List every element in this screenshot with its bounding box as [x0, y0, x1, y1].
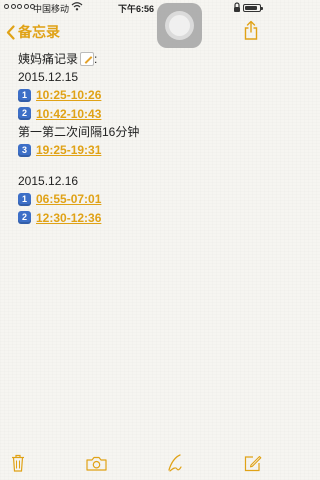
number-badge-icon: 2 [18, 211, 31, 225]
signal-strength-icon [4, 4, 35, 9]
assistive-touch-button[interactable] [157, 3, 202, 48]
list-item: 2 12:30-12:36 [18, 209, 258, 227]
time-range-link[interactable]: 19:25-19:31 [36, 141, 101, 159]
sketch-icon[interactable] [167, 453, 183, 478]
list-item: 1 06:55-07:01 [18, 190, 258, 208]
status-bar: 中国移动 下午6:56 [0, 0, 270, 16]
chevron-left-icon [6, 24, 15, 40]
time-range-link[interactable]: 06:55-07:01 [36, 190, 101, 208]
time-range-link[interactable]: 12:30-12:36 [36, 209, 101, 227]
battery-level [245, 6, 257, 10]
rotation-lock-icon [233, 2, 241, 15]
note-comment: 第一第二次间隔16分钟 [18, 124, 140, 139]
time-range-link[interactable]: 10:42-10:43 [36, 105, 101, 123]
status-time: 下午6:56 [118, 4, 155, 14]
bottom-toolbar [0, 452, 270, 478]
share-icon[interactable] [244, 20, 258, 45]
note-title: 姨妈痛记录: [18, 52, 98, 67]
back-button-label: 备忘录 [18, 24, 60, 40]
list-item: 2 10:42-10:43 [18, 105, 258, 123]
carrier-name: 中国移动 [33, 4, 70, 14]
memo-pencil-icon [80, 52, 95, 67]
list-item: 1 10:25-10:26 [18, 86, 258, 104]
date-heading: 2015.12.16 [18, 174, 79, 189]
number-badge-icon: 1 [18, 88, 31, 102]
compose-icon[interactable] [244, 454, 262, 477]
battery-icon [243, 4, 263, 12]
number-badge-icon: 3 [18, 143, 31, 157]
number-badge-icon: 2 [18, 107, 31, 121]
wifi-icon [71, 1, 83, 13]
list-item: 3 19:25-19:31 [18, 141, 258, 159]
trash-icon[interactable] [11, 454, 25, 477]
camera-icon[interactable] [86, 456, 107, 476]
note-body[interactable]: 姨妈痛记录: 2015.12.15 1 10:25-10:26 2 10:42-… [18, 50, 258, 227]
back-button[interactable]: 备忘录 [6, 22, 60, 42]
time-range-link[interactable]: 10:25-10:26 [36, 86, 101, 104]
date-heading: 2015.12.15 [18, 70, 79, 85]
number-badge-icon: 1 [18, 192, 31, 206]
